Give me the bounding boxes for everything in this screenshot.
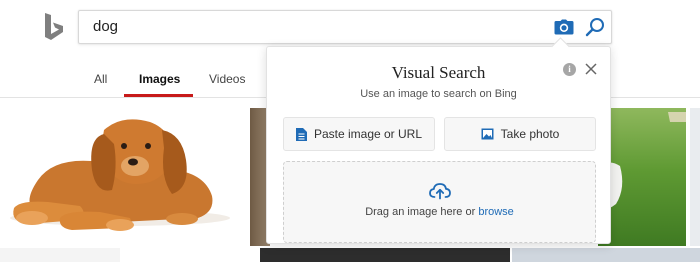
popup-title: Visual Search bbox=[391, 63, 486, 82]
result-row-2-c[interactable] bbox=[512, 248, 700, 262]
result-row-2-a[interactable] bbox=[0, 248, 120, 262]
search-input[interactable] bbox=[93, 11, 533, 43]
popup-subtitle: Use an image to search on Bing bbox=[360, 88, 517, 100]
result-image-puppy[interactable] bbox=[0, 108, 244, 244]
paste-image-label: Paste image or URL bbox=[313, 127, 423, 141]
camera-icon[interactable] bbox=[553, 17, 575, 37]
result-row-2-b[interactable] bbox=[260, 248, 510, 262]
bing-logo[interactable] bbox=[42, 12, 66, 44]
close-icon[interactable] bbox=[583, 61, 599, 77]
tab-images[interactable]: Images bbox=[139, 72, 180, 86]
take-photo-label: Take photo bbox=[500, 127, 560, 141]
result-image-3[interactable] bbox=[598, 108, 686, 246]
paste-image-button[interactable]: Paste image or URL bbox=[283, 117, 435, 151]
info-icon[interactable]: i bbox=[563, 63, 576, 76]
search-icon[interactable] bbox=[584, 16, 606, 38]
result-image-4[interactable] bbox=[690, 108, 700, 246]
image-drop-zone[interactable]: Drag an image here or browse bbox=[283, 161, 596, 243]
tab-all[interactable]: All bbox=[94, 72, 107, 86]
bing-images-page: All Images Videos bbox=[0, 0, 700, 262]
drop-zone-text: Drag an image here or browse bbox=[284, 206, 595, 218]
tab-videos[interactable]: Videos bbox=[209, 72, 245, 86]
search-bar bbox=[78, 10, 612, 44]
upload-cloud-icon bbox=[429, 183, 451, 200]
image-icon bbox=[481, 128, 494, 140]
document-icon bbox=[295, 127, 307, 141]
visual-search-popup: Visual Search Use an image to search on … bbox=[266, 46, 611, 244]
take-photo-button[interactable]: Take photo bbox=[444, 117, 596, 151]
browse-link[interactable]: browse bbox=[478, 206, 513, 218]
drop-instruction: Drag an image here or bbox=[365, 206, 479, 218]
